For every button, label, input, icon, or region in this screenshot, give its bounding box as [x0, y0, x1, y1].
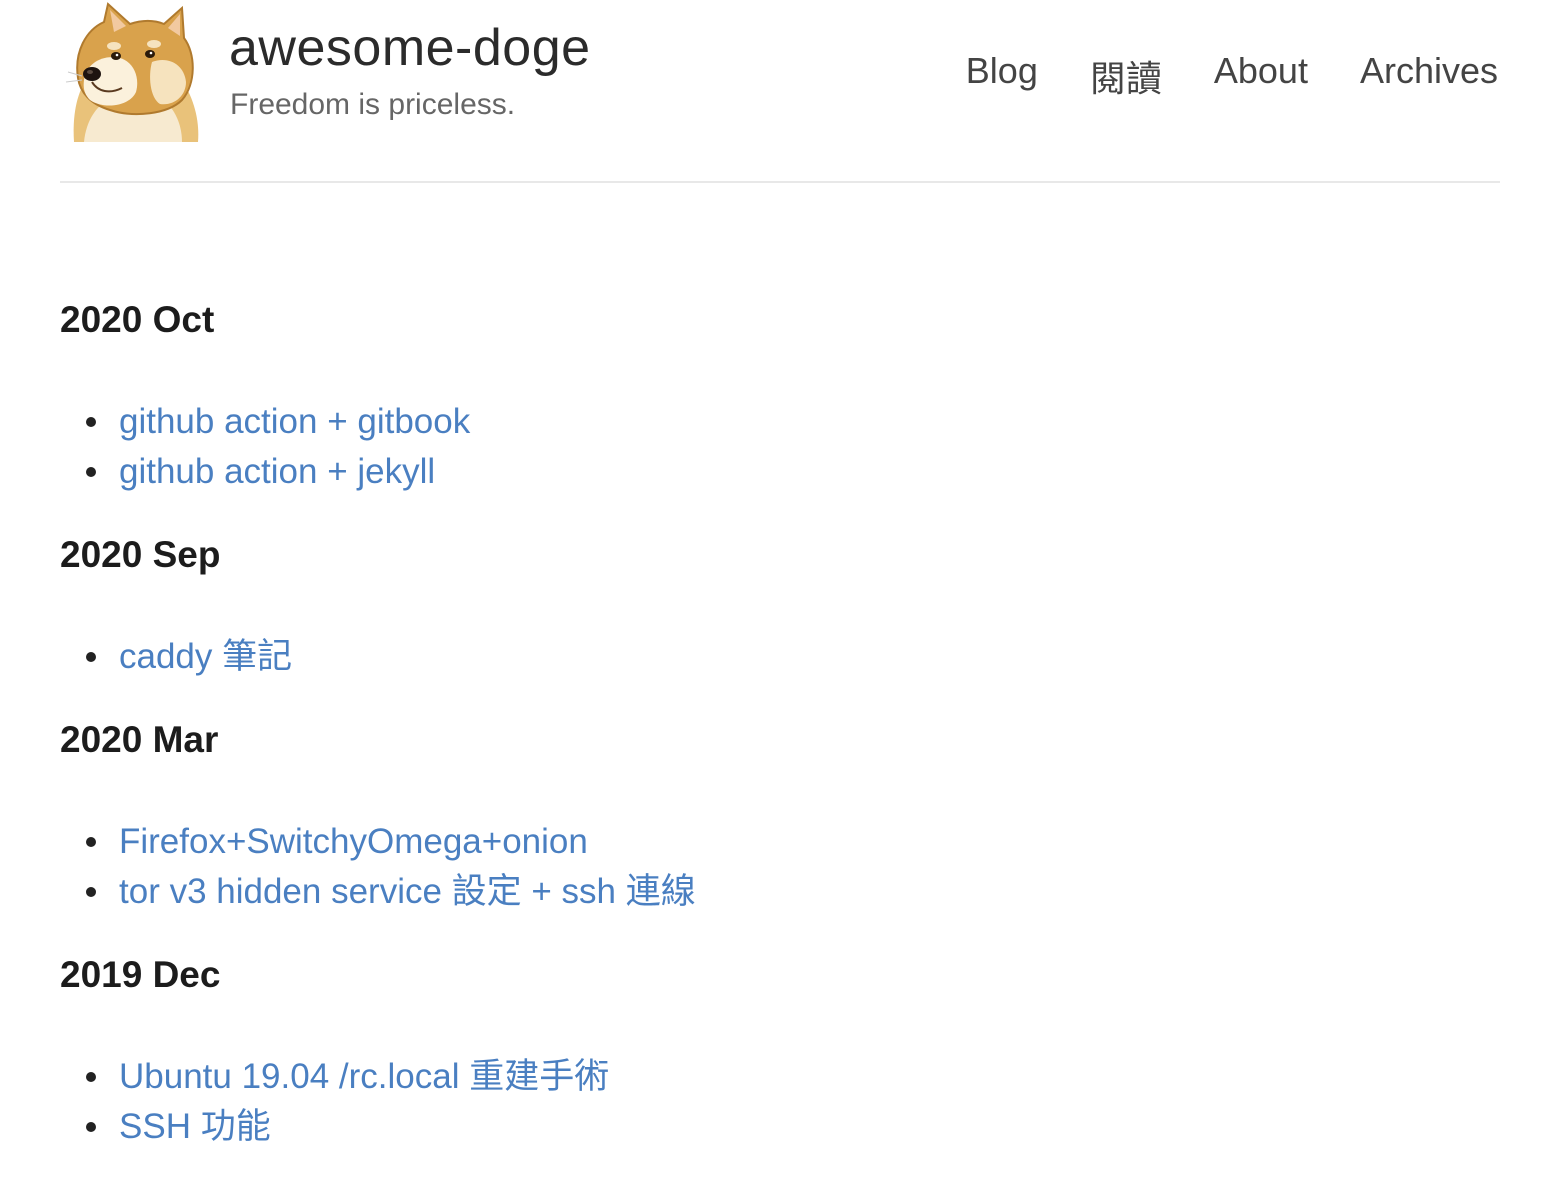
post-list: Firefox+SwitchyOmega+onion tor v3 hidden…: [60, 817, 1460, 917]
list-item: github action + jekyll: [60, 447, 1460, 497]
nav-item-blog[interactable]: Blog: [966, 50, 1038, 102]
month-heading: 2019 Dec: [60, 954, 221, 995]
post-link[interactable]: Firefox+SwitchyOmega+onion: [119, 822, 588, 861]
list-item: Firefox+SwitchyOmega+onion: [60, 817, 1460, 867]
month-heading: 2020 Oct: [60, 299, 215, 340]
bullet-icon: [86, 1072, 96, 1082]
bullet-icon: [86, 467, 96, 477]
month-heading: 2020 Sep: [60, 534, 221, 575]
doge-avatar-icon[interactable]: [64, 2, 204, 142]
post-link[interactable]: github action + jekyll: [119, 452, 435, 491]
post-list: caddy 筆記: [60, 632, 1460, 682]
site-title[interactable]: awesome-doge: [229, 18, 591, 78]
post-list: github action + gitbook github action + …: [60, 397, 1460, 497]
site-description: Freedom is priceless.: [230, 88, 516, 121]
archive-list: 2020 Oct github action + gitbook github …: [60, 290, 1460, 1180]
list-item: SSH 功能: [60, 1102, 1460, 1152]
nav-item-about[interactable]: About: [1214, 50, 1308, 102]
nav-item-archives[interactable]: Archives: [1360, 50, 1498, 102]
post-link[interactable]: Ubuntu 19.04 /rc.local 重建手術: [119, 1057, 609, 1096]
post-link[interactable]: tor v3 hidden service 設定 + ssh 連線: [119, 872, 696, 911]
site-header: awesome-doge Freedom is priceless. Blog …: [60, 0, 1500, 183]
post-link[interactable]: caddy 筆記: [119, 637, 292, 676]
bullet-icon: [86, 652, 96, 662]
post-link[interactable]: SSH 功能: [119, 1107, 271, 1146]
month-heading: 2020 Mar: [60, 719, 219, 760]
list-item: github action + gitbook: [60, 397, 1460, 447]
month-section: 2019 Dec Ubuntu 19.04 /rc.local 重建手術 SSH…: [60, 945, 1460, 1152]
post-list: Ubuntu 19.04 /rc.local 重建手術 SSH 功能: [60, 1052, 1460, 1152]
list-item: tor v3 hidden service 設定 + ssh 連線: [60, 867, 1460, 917]
month-section: 2020 Sep caddy 筆記: [60, 525, 1460, 682]
list-item: caddy 筆記: [60, 632, 1460, 682]
bullet-icon: [86, 837, 96, 847]
bullet-icon: [86, 1122, 96, 1132]
bullet-icon: [86, 417, 96, 427]
nav-item-reading[interactable]: 閱讀: [1090, 50, 1162, 102]
main-nav: Blog 閱讀 About Archives: [966, 50, 1498, 102]
bullet-icon: [86, 887, 96, 897]
list-item: Ubuntu 19.04 /rc.local 重建手術: [60, 1052, 1460, 1102]
month-section: 2020 Mar Firefox+SwitchyOmega+onion tor …: [60, 710, 1460, 917]
post-link[interactable]: github action + gitbook: [119, 402, 470, 441]
month-section: 2020 Oct github action + gitbook github …: [60, 290, 1460, 497]
